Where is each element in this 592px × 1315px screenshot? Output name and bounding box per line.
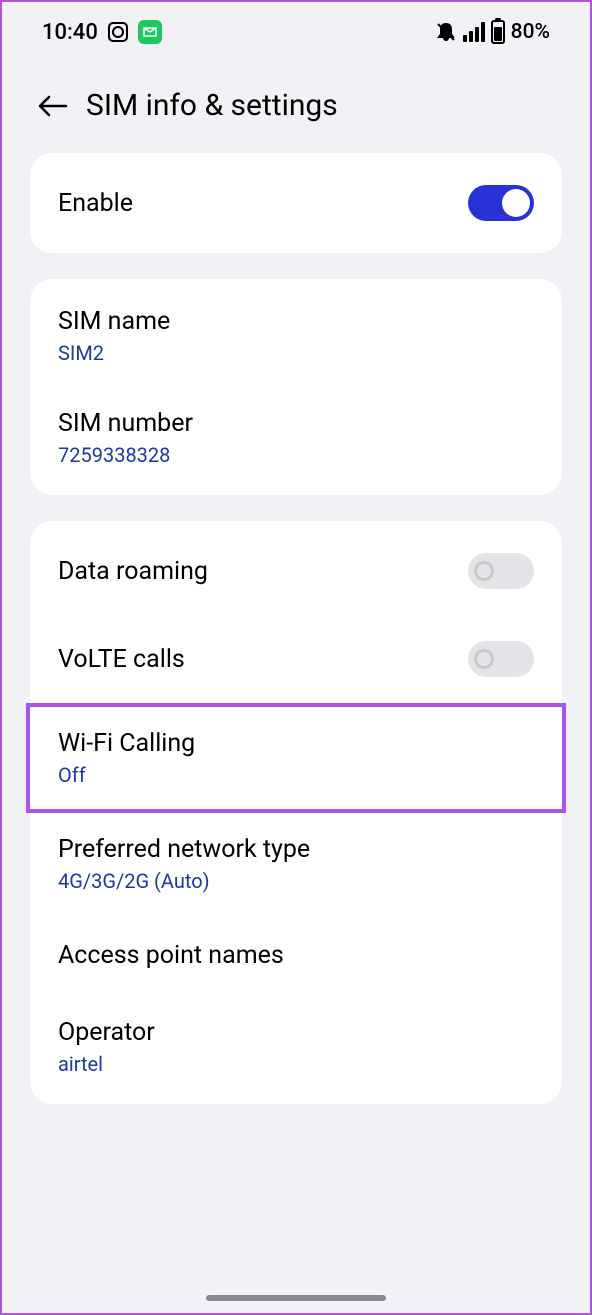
back-button[interactable]	[38, 91, 68, 121]
signal-icon	[463, 22, 485, 42]
volte-toggle[interactable]	[468, 641, 534, 677]
wifi-calling-label: Wi-Fi Calling	[58, 729, 534, 758]
operator-value: airtel	[58, 1052, 534, 1076]
data-roaming-toggle[interactable]	[468, 553, 534, 589]
battery-icon	[491, 20, 505, 44]
volte-label: VoLTE calls	[58, 645, 185, 674]
settings-card: Data roaming VoLTE calls Wi-Fi Calling O…	[30, 521, 562, 1104]
data-roaming-row[interactable]: Data roaming	[30, 527, 562, 615]
status-bar: 10:40 80%	[2, 2, 590, 58]
data-roaming-label: Data roaming	[58, 557, 208, 586]
notification-mute-icon	[435, 21, 457, 43]
enable-card: Enable	[30, 153, 562, 253]
network-type-value: 4G/3G/2G (Auto)	[58, 869, 534, 893]
enable-label: Enable	[58, 189, 133, 218]
status-right: 80%	[435, 20, 550, 44]
status-time: 10:40	[42, 20, 98, 45]
operator-label: Operator	[58, 1018, 534, 1047]
wifi-calling-row[interactable]: Wi-Fi Calling Off	[26, 703, 566, 813]
network-type-label: Preferred network type	[58, 835, 534, 864]
sim-info-card: SIM name SIM2 SIM number 7259338328	[30, 279, 562, 495]
sim-name-row[interactable]: SIM name SIM2	[30, 285, 562, 387]
apn-row[interactable]: Access point names	[30, 915, 562, 996]
sim-number-row[interactable]: SIM number 7259338328	[30, 387, 562, 489]
sim-number-label: SIM number	[58, 409, 534, 438]
apn-label: Access point names	[58, 941, 284, 970]
sim-number-value: 7259338328	[58, 443, 534, 467]
sim-name-label: SIM name	[58, 307, 534, 336]
enable-toggle[interactable]	[468, 185, 534, 221]
operator-row[interactable]: Operator airtel	[30, 996, 562, 1098]
sim-name-value: SIM2	[58, 341, 534, 365]
enable-row[interactable]: Enable	[30, 159, 562, 247]
instagram-icon	[108, 22, 128, 42]
wifi-calling-value: Off	[58, 763, 534, 787]
battery-percentage: 80%	[511, 20, 550, 44]
message-icon	[138, 20, 162, 44]
header: SIM info & settings	[2, 58, 590, 153]
navigation-bar[interactable]	[206, 1295, 386, 1301]
status-left: 10:40	[42, 20, 162, 45]
page-title: SIM info & settings	[86, 88, 338, 123]
network-type-row[interactable]: Preferred network type 4G/3G/2G (Auto)	[30, 813, 562, 915]
volte-row[interactable]: VoLTE calls	[30, 615, 562, 703]
